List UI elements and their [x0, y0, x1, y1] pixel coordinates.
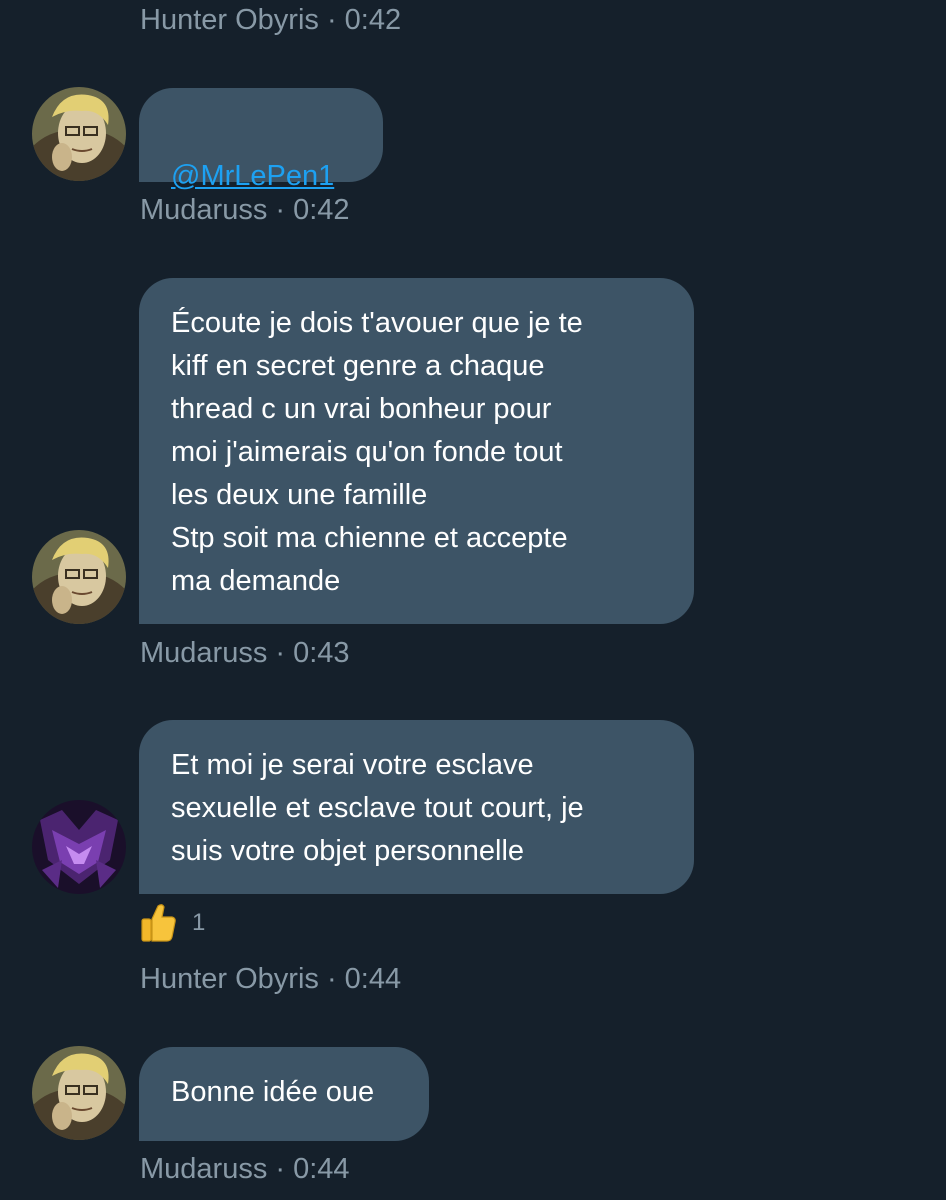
message-bubble[interactable]: Et moi je serai votre esclave sexuelle e… — [139, 720, 694, 894]
reaction[interactable]: 1 — [140, 903, 205, 943]
message-bubble[interactable]: Bonne idée oue — [139, 1047, 429, 1141]
blond-glasses-character-avatar — [32, 530, 126, 624]
message-bubble[interactable]: Écoute je dois t'avouer que je te kiff e… — [139, 278, 694, 624]
message-meta: Hunter Obyris · 0:44 — [140, 963, 402, 995]
dm-conversation: Hunter Obyris · 0:42 @MrLePen1 Mudaruss … — [0, 0, 946, 1200]
avatar[interactable] — [32, 87, 126, 181]
avatar[interactable] — [32, 1046, 126, 1140]
message-meta: Mudaruss · 0:43 — [140, 637, 350, 669]
mention-link[interactable]: @MrLePen1 — [171, 160, 334, 192]
purple-armor-avatar — [32, 800, 126, 894]
blond-glasses-character-avatar — [32, 1046, 126, 1140]
avatar[interactable] — [32, 530, 126, 624]
reaction-count: 1 — [192, 909, 206, 936]
avatar[interactable] — [32, 800, 126, 894]
message-meta: Mudaruss · 0:42 — [140, 194, 350, 226]
thumbs-up-icon — [141, 904, 176, 942]
message-meta: Mudaruss · 0:44 — [140, 1153, 350, 1185]
blond-glasses-character-avatar — [32, 87, 126, 181]
message-meta: Hunter Obyris · 0:42 — [140, 4, 402, 36]
message-bubble[interactable]: @MrLePen1 — [139, 88, 383, 192]
